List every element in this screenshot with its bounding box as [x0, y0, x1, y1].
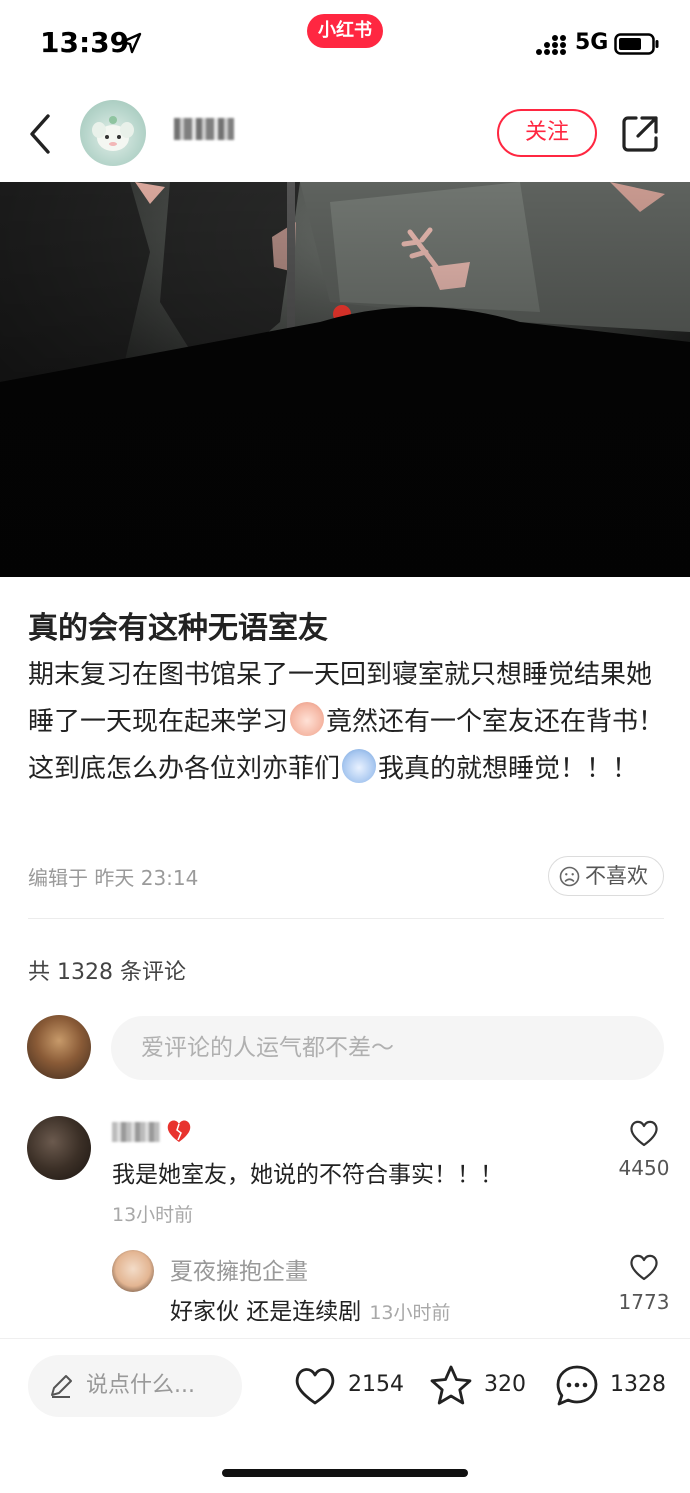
heart-emoji-icon [167, 1120, 191, 1142]
say-input-placeholder: 说点什么... [86, 1373, 195, 1398]
comment-text: 我是她室友，她说的不符合事实！！！ [112, 1162, 503, 1188]
share-icon[interactable] [620, 114, 660, 154]
home-indicator [222, 1469, 468, 1477]
star-icon [430, 1365, 472, 1405]
network-label: 5G [575, 30, 609, 55]
cry-emoji-icon [342, 749, 377, 783]
favorite-button[interactable]: 320 [428, 1363, 528, 1409]
my-avatar [27, 1015, 91, 1079]
bottom-action-bar: 说点什么... 2154 320 1328 [0, 1338, 690, 1493]
reply-like-count: 1773 [618, 1290, 670, 1314]
sad-face-icon [559, 866, 580, 887]
dislike-label: 不喜欢 [585, 864, 648, 888]
commenter-name[interactable]: 用户 [112, 1116, 196, 1146]
location-icon [120, 32, 142, 54]
status-bar: 13:39 小红书 5G [0, 0, 690, 90]
reply-avatar[interactable] [112, 1250, 154, 1292]
app-badge: 小红书 [307, 14, 383, 48]
comment-total: 1328 [610, 1372, 666, 1397]
blurred-name [174, 118, 234, 140]
heart-icon [295, 1368, 335, 1405]
dislike-button[interactable]: 不喜欢 [548, 856, 664, 896]
back-icon[interactable] [26, 112, 56, 156]
signal-icon [536, 35, 566, 55]
say-something-input[interactable]: 说点什么... [28, 1355, 242, 1417]
comment-time: 13小时前 [112, 1204, 194, 1226]
reply-time: 13小时前 [369, 1302, 451, 1324]
author-name[interactable]: 用户 [174, 118, 234, 144]
follow-button[interactable]: 关注 [497, 109, 597, 157]
chat-bubble-icon [556, 1365, 598, 1406]
comment-button[interactable]: 1328 [554, 1363, 666, 1409]
reply-username[interactable]: 夏夜擁抱企畫 [170, 1252, 308, 1286]
heart-icon[interactable] [628, 1252, 660, 1282]
heart-icon[interactable] [628, 1118, 660, 1148]
post-image[interactable] [0, 182, 690, 577]
blurred-name [112, 1122, 160, 1142]
like-count: 2154 [348, 1372, 404, 1397]
blush-emoji-icon [290, 702, 325, 736]
divider [28, 918, 664, 919]
comment-input[interactable]: 爱评论的人运气都不差～ [111, 1016, 664, 1080]
comment-like-count: 4450 [618, 1156, 670, 1180]
post-body: 期末复习在图书馆呆了一天回到寝室就只想睡觉结果她睡了一天现在起来学习 竟然还有一个… [28, 652, 668, 793]
reply-text: 好家伙 还是连续剧 13小时前 [170, 1292, 451, 1326]
pencil-icon [51, 1375, 72, 1398]
commenter-avatar[interactable] [27, 1116, 91, 1180]
author-avatar[interactable] [80, 100, 146, 166]
comment-count: 共 1328 条评论 [28, 960, 186, 985]
reply-body: 好家伙 还是连续剧 [170, 1299, 362, 1325]
like-button[interactable]: 2154 [292, 1363, 404, 1409]
status-time: 13:39 [40, 26, 130, 59]
post-title: 真的会有这种无语室友 [28, 611, 328, 646]
battery-icon [614, 33, 659, 55]
post-header: 用户 关注 [0, 90, 690, 182]
favorite-count: 320 [484, 1372, 526, 1397]
edit-timestamp: 编辑于 昨天 23:14 [28, 866, 199, 890]
post-body-text: 我真的就想睡觉！！！ [378, 754, 639, 784]
